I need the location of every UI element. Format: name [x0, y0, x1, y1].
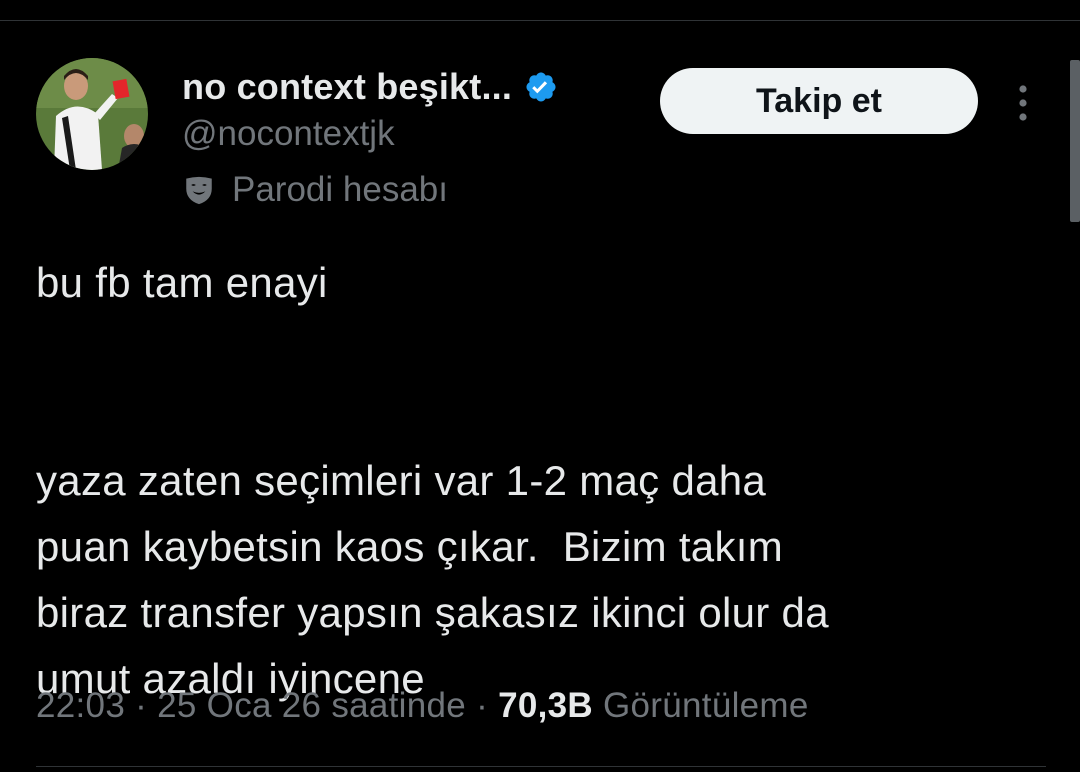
meta-separator: · [125, 686, 158, 725]
tweet-meta: 22:03 · 25 Oca 26 saatinde · 70,3B Görün… [36, 686, 809, 726]
display-name[interactable]: no context beşikt... [182, 66, 512, 108]
bottom-divider [36, 766, 1046, 767]
author-name-row[interactable]: no context beşikt... [182, 66, 558, 108]
avatar-image [36, 58, 148, 170]
more-vertical-icon[interactable] [1010, 84, 1036, 122]
theater-mask-icon [182, 173, 216, 207]
follow-button[interactable]: Takip et [660, 68, 978, 134]
avatar[interactable] [36, 58, 148, 170]
top-divider [0, 20, 1080, 21]
tweet-date[interactable]: 25 Oca 26 saatinde [157, 686, 466, 725]
meta-separator: · [466, 686, 499, 725]
views-label[interactable]: Görüntüleme [603, 686, 809, 725]
views-count[interactable]: 70,3B [498, 686, 593, 725]
author-handle[interactable]: @nocontextjk [182, 114, 395, 154]
parody-label: Parodi hesabı [232, 170, 448, 209]
verified-badge-icon[interactable] [524, 70, 558, 104]
parody-label-row: Parodi hesabı [182, 170, 448, 210]
tweet-text: bu fb tam enayi yaza zaten seçimleri var… [36, 259, 829, 702]
tweet-time[interactable]: 22:03 [36, 686, 125, 725]
scrollbar-thumb[interactable] [1070, 60, 1080, 222]
